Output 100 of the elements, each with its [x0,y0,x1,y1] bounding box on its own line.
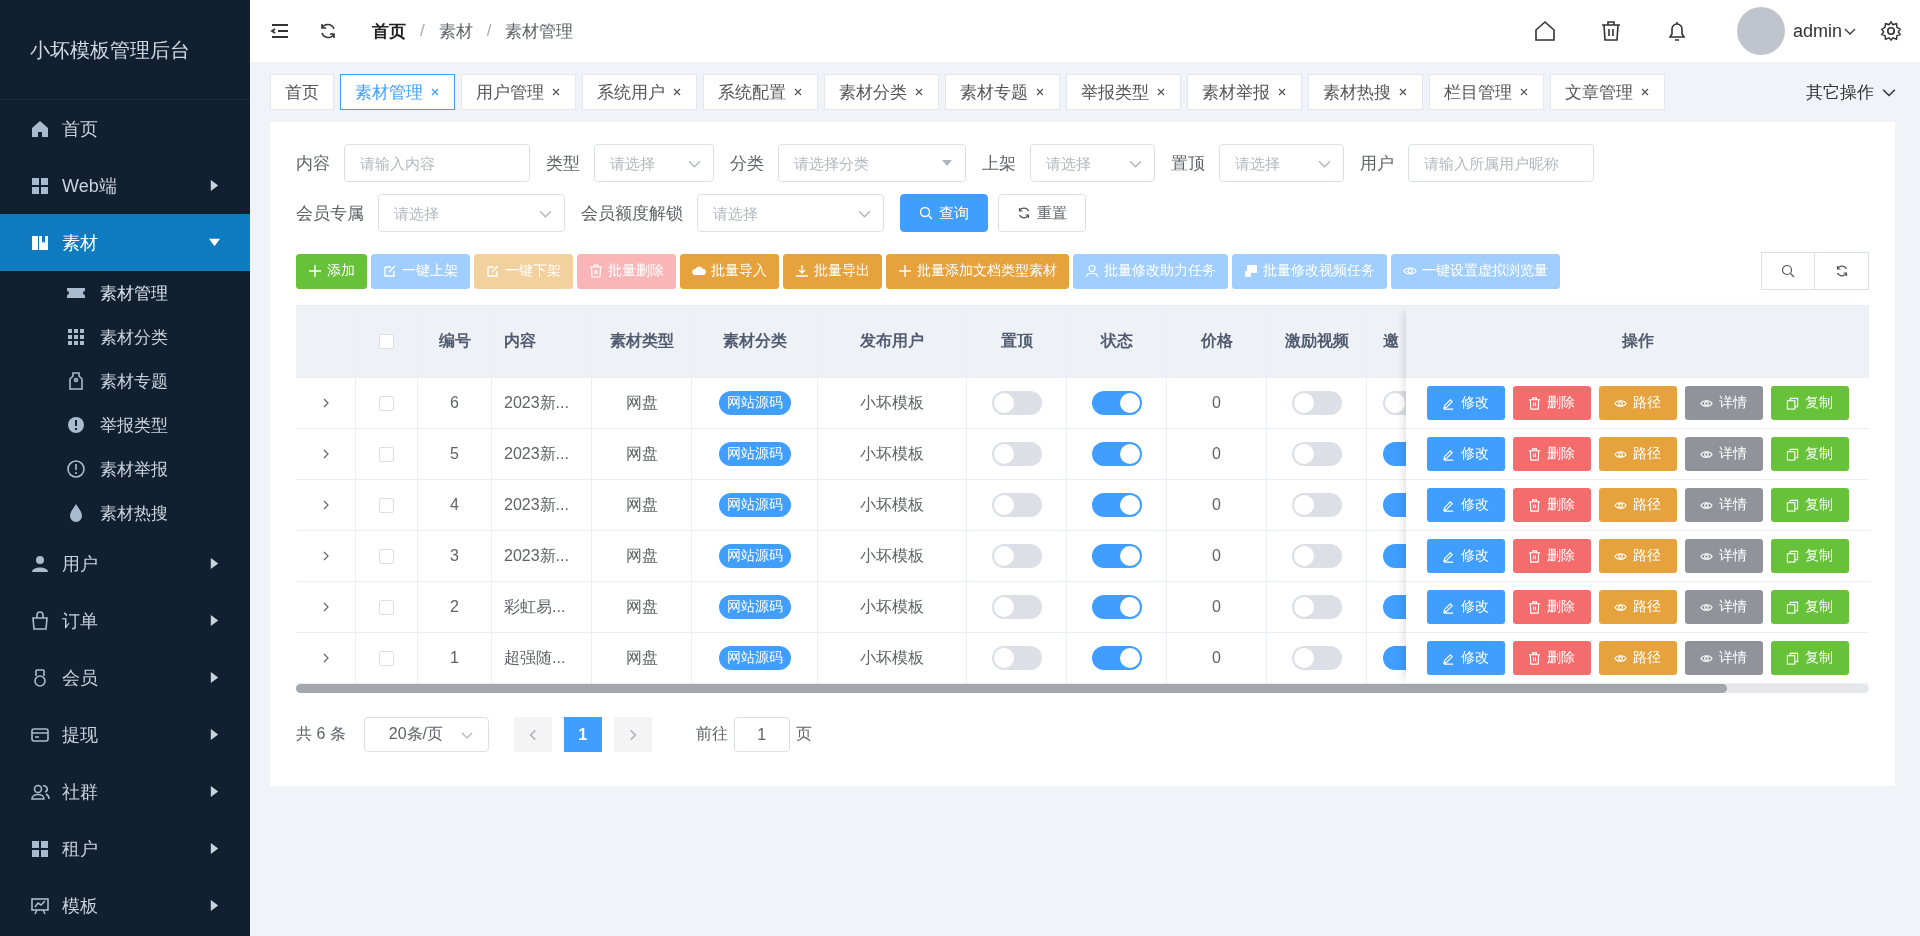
sidebar-item[interactable]: 素材 [0,214,250,271]
page-tab[interactable]: 举报类型 [1066,74,1181,110]
page-tab[interactable]: 素材管理 [340,74,455,110]
toggle-switch[interactable] [1091,391,1142,415]
toggle-switch[interactable] [1291,442,1342,466]
edit-button[interactable]: 修改 [1426,437,1505,471]
toggle-switch[interactable] [1091,595,1142,619]
toggle-switch[interactable] [1091,646,1142,670]
page-number[interactable]: 1 [563,717,602,752]
toggle-switch[interactable] [991,493,1042,517]
settings-icon[interactable] [1880,20,1902,42]
details-button[interactable]: 详情 [1684,641,1763,675]
input-field[interactable]: 请输入内容 [344,144,530,182]
toggle-switch[interactable] [1091,442,1142,466]
user-name[interactable]: admin [1792,20,1842,42]
select-field[interactable]: 请选择 [1030,144,1155,182]
toggle-switch[interactable] [1291,646,1342,670]
close-icon[interactable] [1398,87,1408,97]
refresh-button[interactable] [1815,252,1869,290]
close-icon[interactable] [672,87,682,97]
sidebar-item[interactable]: 租户 [0,820,250,877]
toggle-switch[interactable] [991,391,1042,415]
horizontal-scrollbar[interactable] [296,684,1869,693]
submenu-item[interactable]: 素材专题 [0,359,250,403]
close-icon[interactable] [1519,87,1529,97]
search-button[interactable]: 查询 [900,194,988,232]
path-button[interactable]: 路径 [1598,437,1677,471]
path-button[interactable]: 路径 [1598,386,1677,420]
avatar[interactable] [1736,7,1785,55]
tab-menu-dropdown[interactable]: 其它操作 [1790,80,1920,104]
close-icon[interactable] [793,87,803,97]
toggle-switch[interactable] [991,442,1042,466]
checkbox[interactable] [379,548,394,564]
delete-button[interactable]: 删除 [1512,590,1591,624]
path-button[interactable]: 路径 [1598,488,1677,522]
toggle-switch[interactable] [1291,493,1342,517]
close-icon[interactable] [1277,87,1287,97]
copy-button[interactable]: 复制 [1770,437,1849,471]
page-tab[interactable]: 素材专题 [945,74,1060,110]
edit-button[interactable]: 修改 [1426,641,1505,675]
select-field[interactable]: 请选择 [697,194,884,232]
select-field[interactable]: 请选择分类 [778,144,966,182]
page-input[interactable]: 1 [733,717,790,752]
checkbox[interactable] [379,334,394,349]
edit-button[interactable]: 修改 [1426,590,1505,624]
page-tab[interactable]: 素材分类 [824,74,939,110]
page-tab[interactable]: 首页 [270,74,334,110]
toggle-switch[interactable] [1291,391,1342,415]
toolbar-button[interactable]: 一键上架 [371,253,470,289]
toolbar-button[interactable]: 批量修改视频任务 [1232,253,1387,289]
submenu-item[interactable]: 素材热搜 [0,491,250,535]
select-field[interactable]: 请选择 [594,144,714,182]
sidebar-item[interactable]: Web端 [0,157,250,214]
close-icon[interactable] [1156,87,1166,97]
copy-button[interactable]: 复制 [1770,386,1849,420]
menu-icon[interactable] [270,21,290,41]
toolbar-button[interactable]: 批量导出 [783,253,882,289]
sidebar-item[interactable]: 会员 [0,649,250,706]
checkbox[interactable] [379,497,394,513]
path-button[interactable]: 路径 [1598,641,1677,675]
delete-button[interactable]: 删除 [1512,437,1591,471]
delete-button[interactable]: 删除 [1512,488,1591,522]
refresh-icon[interactable] [318,21,338,41]
toggle-switch[interactable] [1091,544,1142,568]
details-button[interactable]: 详情 [1684,386,1763,420]
copy-button[interactable]: 复制 [1770,590,1849,624]
toggle-switch[interactable] [991,646,1042,670]
edit-button[interactable]: 修改 [1426,386,1505,420]
submenu-item[interactable]: 素材管理 [0,271,250,315]
reset-button[interactable]: 重置 [998,194,1086,232]
close-icon[interactable] [551,87,561,97]
select-field[interactable]: 请选择 [378,194,565,232]
checkbox[interactable] [379,446,394,462]
toggle-switch[interactable] [1291,544,1342,568]
page-tab[interactable]: 系统配置 [703,74,818,110]
edit-button[interactable]: 修改 [1426,539,1505,573]
sidebar-item[interactable]: 社群 [0,763,250,820]
toolbar-button[interactable]: 批量导入 [680,253,779,289]
sidebar-item[interactable]: 首页 [0,100,250,157]
toggle-switch[interactable] [1291,595,1342,619]
search-button[interactable] [1761,252,1815,290]
close-icon[interactable] [914,87,924,97]
page-tab[interactable]: 用户管理 [461,74,576,110]
page-tab[interactable]: 栏目管理 [1429,74,1544,110]
toggle-switch[interactable] [991,544,1042,568]
page-tab[interactable]: 素材举报 [1187,74,1302,110]
page-size-select[interactable]: 20条/页 [363,717,489,752]
close-icon[interactable] [1640,87,1650,97]
toolbar-button[interactable]: 批量修改助力任务 [1073,253,1228,289]
sidebar-item[interactable]: 模板 [0,877,250,934]
edit-button[interactable]: 修改 [1426,488,1505,522]
path-button[interactable]: 路径 [1598,590,1677,624]
select-field[interactable]: 请选择 [1219,144,1344,182]
sidebar-item[interactable]: 提现 [0,706,250,763]
copy-button[interactable]: 复制 [1770,488,1849,522]
home-icon[interactable] [1532,19,1557,43]
copy-button[interactable]: 复制 [1770,539,1849,573]
sidebar-item[interactable]: 订单 [0,592,250,649]
delete-button[interactable]: 删除 [1512,539,1591,573]
toggle-switch[interactable] [1091,493,1142,517]
